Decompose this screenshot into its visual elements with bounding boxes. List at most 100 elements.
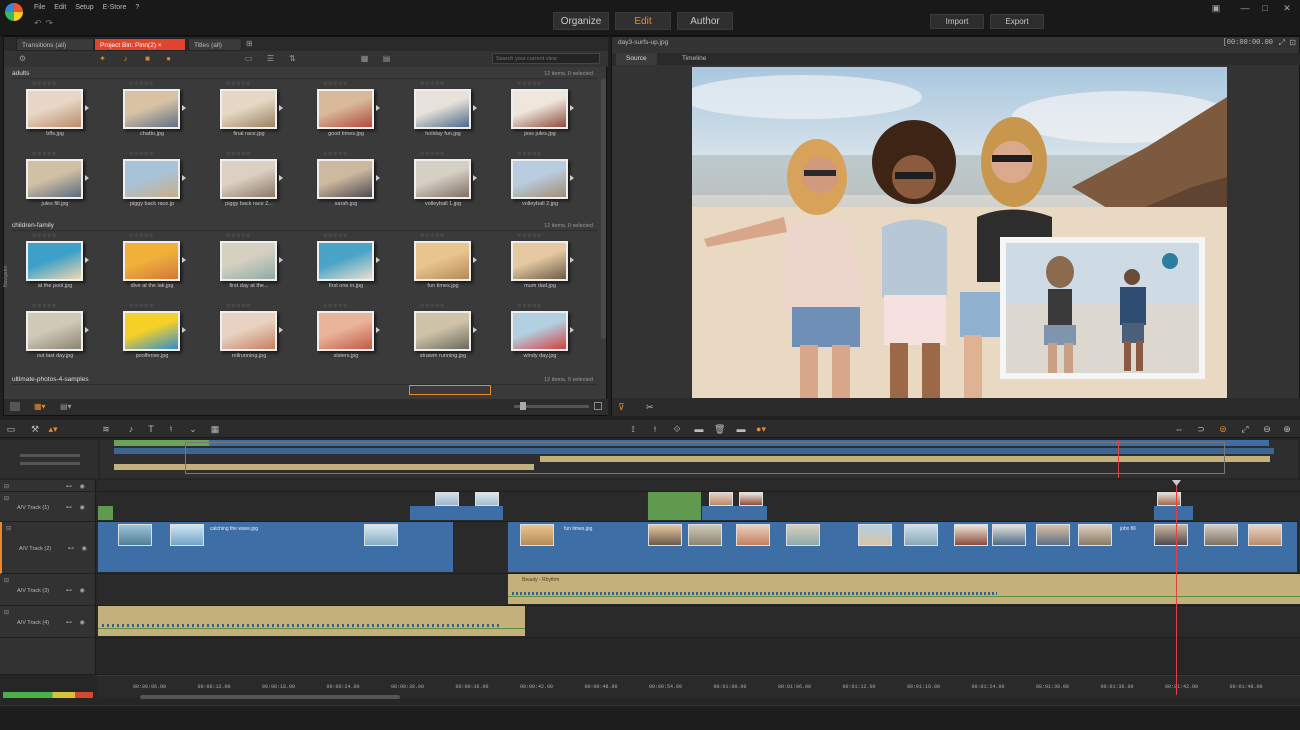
minimize-icon[interactable]: — <box>1238 3 1252 13</box>
expand-arrow-icon[interactable] <box>279 175 283 181</box>
filter-audio-icon[interactable]: ♪ <box>121 54 130 63</box>
tab-project-bin[interactable]: Project Bin: Pinn(2) × <box>94 38 186 51</box>
filter-video-icon[interactable]: ✦ <box>98 54 107 63</box>
timeline-scrollbar[interactable] <box>140 695 400 699</box>
lock-icon[interactable]: ⊟ <box>4 609 9 616</box>
rating-stars[interactable]: ☆☆☆☆☆ <box>323 151 348 157</box>
clip[interactable]: catching the wave.jpg <box>97 522 453 572</box>
film-icon[interactable]: ▬ <box>694 424 704 434</box>
library-thumbnail[interactable]: ☆☆☆☆☆ piggy back race.jp <box>115 151 186 217</box>
track-2-lane[interactable]: catching the wave.jpg fun times.jpg john… <box>97 522 1300 574</box>
sort-icon[interactable]: ⇅ <box>288 54 297 63</box>
tab-organize[interactable]: Organize <box>553 12 609 30</box>
library-menu-icon[interactable]: ⚙ <box>18 54 27 63</box>
voiceover-icon[interactable]: ♮ <box>166 424 176 434</box>
expand-arrow-icon[interactable] <box>85 327 89 333</box>
preview-toggle-icon[interactable] <box>10 402 20 411</box>
expand-arrow-icon[interactable] <box>85 257 89 263</box>
clip[interactable] <box>97 506 113 520</box>
rating-stars[interactable]: ☆☆☆☆☆ <box>32 151 57 157</box>
track-1-lane[interactable] <box>97 492 1300 522</box>
expand-arrow-icon[interactable] <box>570 105 574 111</box>
expand-arrow-icon[interactable] <box>182 175 186 181</box>
track-controls[interactable]: ⊷ ◉ <box>68 545 90 552</box>
view-mode-icon[interactable]: ▤▾ <box>60 402 72 411</box>
library-thumbnail[interactable]: ☆☆☆☆☆ jess jules.jpg <box>503 81 574 147</box>
marker-tool-icon[interactable]: ⌄ <box>188 424 198 434</box>
rating-stars[interactable]: ☆☆☆☆☆ <box>420 303 445 309</box>
rating-stars[interactable]: ☆☆☆☆☆ <box>323 303 348 309</box>
library-thumbnail[interactable]: ☆☆☆☆☆ windy day.jpg <box>503 303 574 369</box>
tab-titles[interactable]: Titles (all) <box>188 38 242 51</box>
clip[interactable] <box>701 506 767 520</box>
rating-stars[interactable]: ☆☆☆☆☆ <box>129 233 154 239</box>
scorefitter-icon[interactable]: ♪ <box>126 424 136 434</box>
expand-arrow-icon[interactable] <box>182 257 186 263</box>
expand-arrow-icon[interactable] <box>279 105 283 111</box>
library-thumbnail[interactable]: ☆☆☆☆☆ first one in.jpg <box>309 233 380 299</box>
section-ultimate-header[interactable]: ultimate-photos-4-samples 12 items, 0 se… <box>12 375 597 385</box>
fullscreen-icon[interactable] <box>594 402 602 410</box>
overview-scroll[interactable] <box>20 454 80 457</box>
tab-source[interactable]: Source <box>616 53 657 65</box>
filter-disc-icon[interactable]: ● <box>164 54 173 63</box>
zoom-fit-icon[interactable]: ⤢ <box>1240 424 1250 434</box>
library-thumbnail[interactable]: ☆☆☆☆☆ poolfense.jpg <box>115 303 186 369</box>
expand-arrow-icon[interactable] <box>376 257 380 263</box>
rating-stars[interactable]: ☆☆☆☆☆ <box>226 81 251 87</box>
link-icon[interactable]: ⇔ <box>1174 424 1184 434</box>
rating-stars[interactable]: ☆☆☆☆☆ <box>517 81 542 87</box>
rating-stars[interactable]: ☆☆☆☆☆ <box>517 151 542 157</box>
menu-setup[interactable]: Setup <box>75 4 93 11</box>
audio-mixer-icon[interactable]: ≋ <box>101 424 111 434</box>
expand-arrow-icon[interactable] <box>376 175 380 181</box>
master-track-controls[interactable]: ⊷ ◉ <box>66 483 88 490</box>
expand-arrow-icon[interactable] <box>376 105 380 111</box>
overview-scroll-2[interactable] <box>20 462 80 465</box>
keyframe-icon[interactable]: ▬ <box>736 424 746 434</box>
expand-arrow-icon[interactable] <box>473 105 477 111</box>
library-thumbnail[interactable]: ☆☆☆☆☆ out last day.jpg <box>18 303 89 369</box>
tab-edit[interactable]: Edit <box>615 12 671 30</box>
rating-stars[interactable]: ☆☆☆☆☆ <box>32 233 57 239</box>
audio-clip[interactable] <box>97 606 525 636</box>
thumbnail-size-icon[interactable]: ▦▾ <box>34 402 46 411</box>
section-children-family-header[interactable]: children-family 12 items, 0 selected <box>12 221 597 231</box>
grid-tool-icon[interactable]: ▦ <box>210 424 220 434</box>
library-search-input[interactable] <box>492 53 600 64</box>
filter-folder-icon[interactable]: ■ <box>143 54 152 63</box>
expand-arrow-icon[interactable] <box>182 327 186 333</box>
library-thumbnail[interactable]: ☆☆☆☆☆ sisters.jpg <box>309 303 380 369</box>
track-controls[interactable]: ⊷ ◉ <box>66 587 88 594</box>
zoom-out-icon[interactable]: ⊖ <box>1262 424 1272 434</box>
selected-thumb-outline[interactable] <box>409 385 491 395</box>
empty-track-area[interactable] <box>97 638 1300 675</box>
library-thumbnail[interactable]: ☆☆☆☆☆ volleyball 1.jpg <box>406 151 477 217</box>
clip[interactable] <box>647 492 701 520</box>
split-tool-icon[interactable]: ▴▾ <box>48 424 58 434</box>
lock-icon[interactable]: ⊟ <box>4 577 9 584</box>
menu-help[interactable]: ? <box>135 4 139 11</box>
library-thumbnail[interactable]: ☆☆☆☆☆ bffs.jpg <box>18 81 89 147</box>
track-3-lane[interactable]: Beauty - Rhythm <box>97 574 1300 606</box>
cart-icon[interactable]: ▣ <box>1209 3 1223 13</box>
list-view-icon[interactable]: ☰ <box>266 54 275 63</box>
library-thumbnail[interactable]: ☆☆☆☆☆ sarah.jpg <box>309 151 380 217</box>
library-thumbnail[interactable]: ☆☆☆☆☆ at the pool.jpg <box>18 233 89 299</box>
rating-stars[interactable]: ☆☆☆☆☆ <box>226 233 251 239</box>
library-thumbnail[interactable]: ☆☆☆☆☆ holiday fun.jpg <box>406 81 477 147</box>
menu-file[interactable]: File <box>34 4 45 11</box>
library-thumbnail[interactable]: ☆☆☆☆☆ jules fill.jpg <box>18 151 89 217</box>
expand-arrow-icon[interactable] <box>473 327 477 333</box>
clip[interactable]: fun times.jpg john fill <box>507 522 1297 572</box>
rating-stars[interactable]: ☆☆☆☆☆ <box>323 233 348 239</box>
new-tab-icon[interactable]: ⊞ <box>246 39 253 48</box>
library-thumbnail[interactable]: ☆☆☆☆☆ chatto.jpg <box>115 81 186 147</box>
rating-stars[interactable]: ☆☆☆☆☆ <box>420 233 445 239</box>
expand-arrow-icon[interactable] <box>570 257 574 263</box>
rating-stars[interactable]: ☆☆☆☆☆ <box>420 151 445 157</box>
rating-stars[interactable]: ☆☆☆☆☆ <box>226 151 251 157</box>
track-3-header[interactable]: ⊟ A/V Track (3) ⊷ ◉ <box>0 574 96 606</box>
maximize-icon[interactable]: □ <box>1258 3 1272 13</box>
navigator-label[interactable]: Navigator <box>3 137 9 287</box>
